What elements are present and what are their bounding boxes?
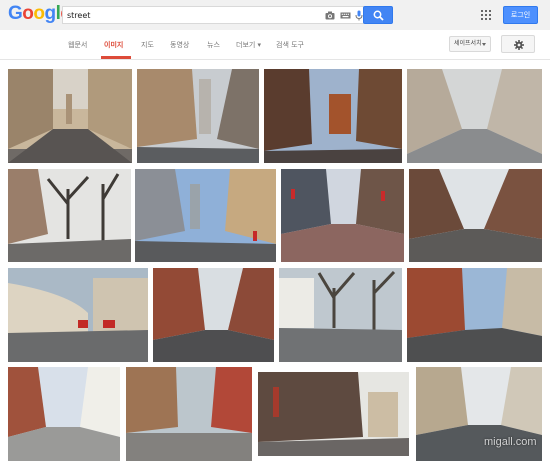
- active-tab-indicator: [101, 56, 131, 59]
- image-result[interactable]: [126, 367, 252, 461]
- camera-icon[interactable]: [325, 10, 335, 21]
- image-result[interactable]: [258, 372, 409, 456]
- logo-letter: g: [44, 3, 57, 24]
- image-result[interactable]: [264, 69, 402, 163]
- tab-more[interactable]: 더보기 ▾: [236, 40, 261, 50]
- image-result[interactable]: [8, 268, 148, 362]
- image-result[interactable]: [407, 268, 542, 362]
- image-result[interactable]: [137, 69, 259, 163]
- search-box: [62, 6, 364, 24]
- apps-grid-icon[interactable]: [481, 10, 491, 20]
- login-button[interactable]: 로그인: [503, 6, 538, 24]
- tab-web[interactable]: 웹문서: [68, 40, 87, 50]
- keyboard-icon[interactable]: [340, 10, 351, 21]
- search-icon: [373, 10, 384, 21]
- search-input[interactable]: [67, 8, 317, 22]
- logo-letter: o: [22, 3, 34, 24]
- image-result[interactable]: [279, 268, 402, 362]
- tab-images[interactable]: 이미지: [104, 40, 123, 50]
- top-header: Google 로그인: [0, 0, 550, 30]
- image-result[interactable]: [281, 169, 404, 262]
- chevron-down-icon: [482, 43, 486, 46]
- tab-news[interactable]: 뉴스: [207, 40, 220, 50]
- image-result[interactable]: [135, 169, 276, 262]
- logo-letter: G: [8, 3, 23, 24]
- mic-icon[interactable]: [355, 10, 363, 21]
- watermark: migall.com: [484, 436, 537, 448]
- settings-button[interactable]: [501, 35, 535, 53]
- image-result[interactable]: [8, 69, 132, 163]
- image-result[interactable]: [407, 69, 542, 163]
- safesearch-label: 세이프서치: [454, 40, 482, 47]
- tab-search-tools[interactable]: 검색 도구: [276, 40, 304, 50]
- tab-maps[interactable]: 지도: [141, 40, 154, 50]
- logo-letter: o: [33, 3, 45, 24]
- image-result[interactable]: [153, 268, 274, 362]
- safesearch-dropdown[interactable]: 세이프서치: [449, 36, 491, 52]
- image-result[interactable]: [409, 169, 542, 262]
- image-result[interactable]: [8, 169, 131, 262]
- gear-icon: [514, 40, 524, 50]
- search-button[interactable]: [363, 6, 393, 24]
- image-result[interactable]: [8, 367, 120, 461]
- tab-videos[interactable]: 동영상: [170, 40, 189, 50]
